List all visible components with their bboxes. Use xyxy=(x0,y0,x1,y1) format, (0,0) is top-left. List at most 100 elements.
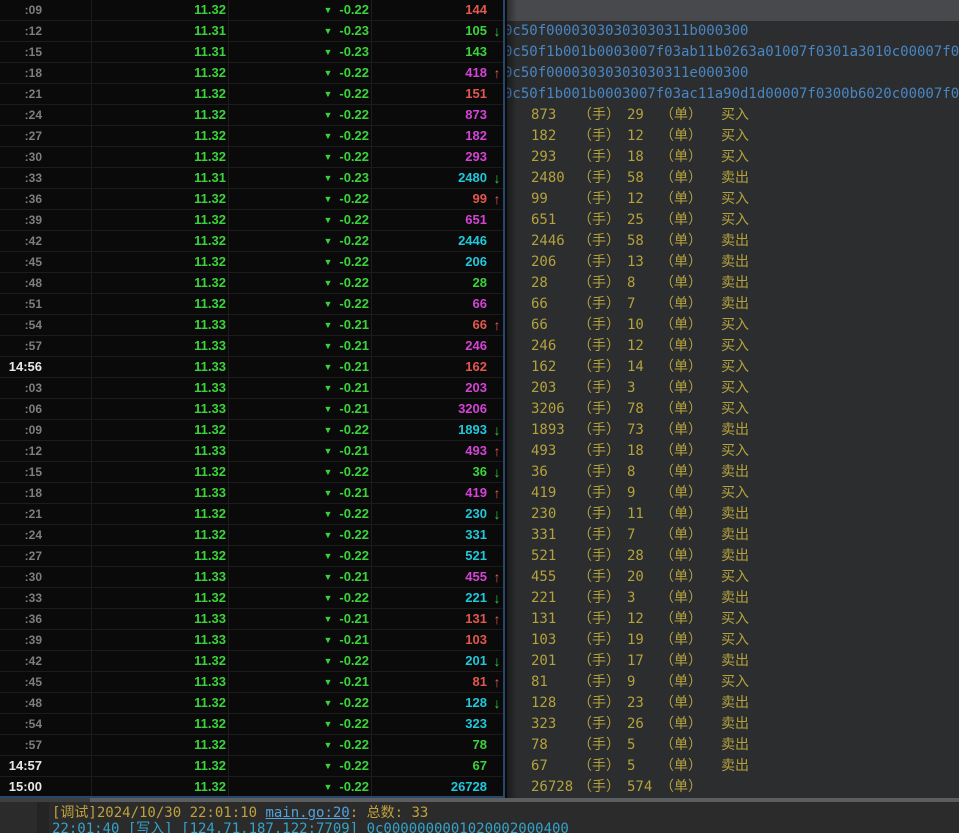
tick-row[interactable]: :5411.32▼-0.22323 xyxy=(0,714,503,735)
tick-row[interactable]: :4811.32▼-0.22128↓ xyxy=(0,693,503,714)
tick-row[interactable]: :5711.33▼-0.21246 xyxy=(0,336,503,357)
tick-row[interactable]: :2711.32▼-0.22182 xyxy=(0,126,503,147)
trade-volume: 455 xyxy=(531,567,578,588)
tick-row[interactable]: :0311.33▼-0.21203 xyxy=(0,378,503,399)
tick-row[interactable]: :4211.32▼-0.22201↓ xyxy=(0,651,503,672)
tick-price: 11.33 xyxy=(91,630,226,650)
tick-row[interactable]: :1211.33▼-0.21493↑ xyxy=(0,441,503,462)
trade-row[interactable]: 81（手）9（单）买入 xyxy=(507,672,959,693)
trade-row[interactable]: 26728（手）574（单） xyxy=(507,777,959,798)
trade-row[interactable]: 201（手）17（单）卖出 xyxy=(507,651,959,672)
trade-row[interactable]: 67（手）5（单）卖出 xyxy=(507,756,959,777)
tick-row[interactable]: :1811.33▼-0.21419↑ xyxy=(0,483,503,504)
trade-row[interactable]: 331（手）7（单）卖出 xyxy=(507,525,959,546)
trade-row[interactable]: 28（手）8（单）卖出 xyxy=(507,273,959,294)
trade-row[interactable]: 521（手）28（单）卖出 xyxy=(507,546,959,567)
tick-row[interactable]: :1811.32▼-0.22418↑ xyxy=(0,63,503,84)
tick-row[interactable]: 15:0011.32▼-0.2226728 xyxy=(0,777,503,798)
tick-row[interactable]: :3311.31▼-0.232480↓ xyxy=(0,168,503,189)
trade-volume: 131 xyxy=(531,609,578,630)
trade-row[interactable]: 493（手）18（单）买入 xyxy=(507,441,959,462)
unit-hand-label: （手） xyxy=(578,693,627,714)
tick-price: 11.31 xyxy=(91,168,226,188)
tick-row[interactable]: :3611.32▼-0.2299↑ xyxy=(0,189,503,210)
tick-row[interactable]: :2111.32▼-0.22151 xyxy=(0,84,503,105)
tick-row[interactable]: :4811.32▼-0.2228 xyxy=(0,273,503,294)
tick-price: 11.32 xyxy=(91,273,226,293)
hex-packet-line: 0c50f1b001b0003007f03ac11a90d1d00007f030… xyxy=(507,84,959,105)
down-triangle-icon: ▼ xyxy=(323,383,332,393)
tick-row[interactable]: :5111.32▼-0.2266 xyxy=(0,294,503,315)
trade-row[interactable]: 66（手）10（单）买入 xyxy=(507,315,959,336)
tick-row[interactable]: :0911.32▼-0.221893↓ xyxy=(0,420,503,441)
trade-row[interactable]: 66（手）7（单）卖出 xyxy=(507,294,959,315)
trade-row[interactable]: 230（手）11（单）卖出 xyxy=(507,504,959,525)
trade-row[interactable]: 78（手）5（单）卖出 xyxy=(507,735,959,756)
tick-row[interactable]: :5711.32▼-0.2278 xyxy=(0,735,503,756)
trade-orders: 26 xyxy=(627,714,660,735)
trade-row[interactable]: 3206（手）78（单）买入 xyxy=(507,399,959,420)
tick-row[interactable]: :4511.32▼-0.22206 xyxy=(0,252,503,273)
tick-row[interactable]: :4511.33▼-0.2181↑ xyxy=(0,672,503,693)
tick-row[interactable]: :3911.32▼-0.22651 xyxy=(0,210,503,231)
tick-change-value: -0.23 xyxy=(339,44,369,59)
unit-order-label: （单） xyxy=(660,231,721,252)
trade-row[interactable]: 293（手）18（单）买入 xyxy=(507,147,959,168)
trade-row[interactable]: 131（手）12（单）买入 xyxy=(507,609,959,630)
tick-row[interactable]: :3311.32▼-0.22221↓ xyxy=(0,588,503,609)
trade-row[interactable]: 873（手）29（单）买入 xyxy=(507,105,959,126)
tick-volume: 81 xyxy=(371,672,487,692)
trade-row[interactable]: 419（手）9（单）买入 xyxy=(507,483,959,504)
trade-row[interactable]: 128（手）23（单）卖出 xyxy=(507,693,959,714)
trade-side-label: 卖出 xyxy=(721,693,749,714)
tick-time: :33 xyxy=(0,168,42,188)
log-gutter xyxy=(37,802,49,833)
down-triangle-icon: ▼ xyxy=(323,614,332,624)
tick-volume: 293 xyxy=(371,147,487,167)
tick-row[interactable]: :3011.33▼-0.21455↑ xyxy=(0,567,503,588)
tick-row[interactable]: :1511.31▼-0.23143 xyxy=(0,42,503,63)
trade-row[interactable]: 182（手）12（单）买入 xyxy=(507,126,959,147)
tick-time: :03 xyxy=(0,378,42,398)
tick-row[interactable]: 14:5711.32▼-0.2267 xyxy=(0,756,503,777)
tick-row[interactable]: :3611.33▼-0.21131↑ xyxy=(0,609,503,630)
tick-row[interactable]: 14:5611.33▼-0.21162 xyxy=(0,357,503,378)
trade-row[interactable]: 246（手）12（单）买入 xyxy=(507,336,959,357)
tick-change-value: -0.22 xyxy=(339,275,369,290)
trade-row[interactable]: 2480（手）58（单）卖出 xyxy=(507,168,959,189)
trade-row[interactable]: 651（手）25（单）买入 xyxy=(507,210,959,231)
tick-row[interactable]: :5411.33▼-0.2166↑ xyxy=(0,315,503,336)
trade-orders: 17 xyxy=(627,651,660,672)
trade-row[interactable]: 323（手）26（单）卖出 xyxy=(507,714,959,735)
trade-volume: 66 xyxy=(531,315,578,336)
tick-row[interactable]: :2711.32▼-0.22521 xyxy=(0,546,503,567)
tick-change: ▼-0.21 xyxy=(228,630,369,651)
trade-row[interactable]: 1893（手）73（单）卖出 xyxy=(507,420,959,441)
trade-row[interactable]: 36（手）8（单）卖出 xyxy=(507,462,959,483)
tick-price: 11.33 xyxy=(91,357,226,377)
trade-row[interactable]: 455（手）20（单）买入 xyxy=(507,567,959,588)
trade-row[interactable]: 103（手）19（单）买入 xyxy=(507,630,959,651)
trade-row[interactable]: 2446（手）58（单）卖出 xyxy=(507,231,959,252)
tick-volume: 651 xyxy=(371,210,487,230)
tick-change: ▼-0.21 xyxy=(228,441,369,462)
tick-row[interactable]: :3011.32▼-0.22293 xyxy=(0,147,503,168)
unit-hand-label: （手） xyxy=(578,777,627,798)
trade-row[interactable]: 203（手）3（单）买入 xyxy=(507,378,959,399)
tick-volume: 131 xyxy=(371,609,487,629)
tick-row[interactable]: :3911.33▼-0.21103 xyxy=(0,630,503,651)
tick-row[interactable]: :2111.32▼-0.22230↓ xyxy=(0,504,503,525)
tick-row[interactable]: :1511.32▼-0.2236↓ xyxy=(0,462,503,483)
trade-row[interactable]: 206（手）13（单）卖出 xyxy=(507,252,959,273)
tick-row[interactable]: :1211.31▼-0.23105↓ xyxy=(0,21,503,42)
unit-order-label: （单） xyxy=(660,567,721,588)
tick-row[interactable]: :2411.32▼-0.22873 xyxy=(0,105,503,126)
trade-row[interactable]: 162（手）14（单）买入 xyxy=(507,357,959,378)
trade-row[interactable]: 221（手）3（单）卖出 xyxy=(507,588,959,609)
trade-row[interactable]: 99（手）12（单）买入 xyxy=(507,189,959,210)
tick-row[interactable]: :0911.32▼-0.22144 xyxy=(0,0,503,21)
unit-hand-label: （手） xyxy=(578,567,627,588)
tick-row[interactable]: :4211.32▼-0.222446 xyxy=(0,231,503,252)
tick-row[interactable]: :0611.33▼-0.213206 xyxy=(0,399,503,420)
tick-row[interactable]: :2411.32▼-0.22331 xyxy=(0,525,503,546)
